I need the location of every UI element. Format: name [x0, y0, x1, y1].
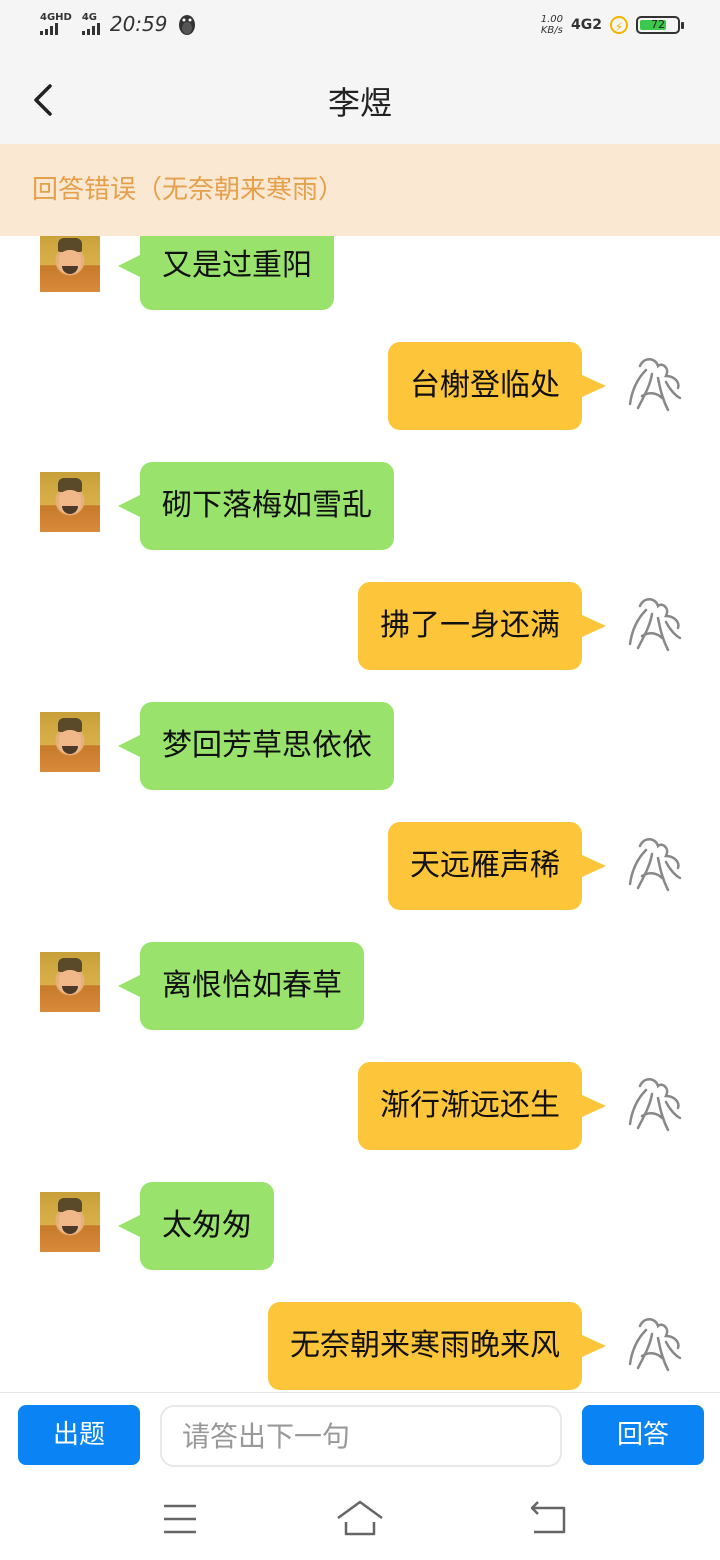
battery-icon: 72: [636, 16, 684, 34]
message-left[interactable]: 太匆匆: [118, 1182, 274, 1270]
message-right[interactable]: 天远雁声稀: [388, 822, 606, 910]
signal-1: 4GHD: [40, 13, 72, 35]
net-speed: 1.00 KB/s: [541, 14, 563, 36]
input-bar: 出题 回答: [0, 1392, 720, 1477]
charging-icon: ⚡: [610, 16, 628, 34]
home-button[interactable]: [332, 1494, 388, 1544]
status-bar: 4GHD 4G 20:59 1.00 KB/s 4G2 ⚡ 72: [0, 0, 720, 56]
page-title: 李煜: [327, 84, 392, 122]
poet-avatar: [40, 1192, 100, 1252]
qq-penguin-icon: [179, 15, 196, 35]
message-right[interactable]: 拂了一身还满: [358, 582, 606, 670]
back-icon: [530, 1501, 566, 1534]
poet-avatar: [40, 472, 100, 532]
result-notice: 回答错误（无奈朝来寒雨）: [0, 144, 720, 236]
poet-avatar: [40, 952, 100, 1012]
message-right[interactable]: 台榭登临处: [388, 342, 606, 430]
user-avatar-icon: [628, 358, 682, 412]
network-label-2: 4G: [81, 12, 98, 23]
message-left[interactable]: 又是过重阳: [118, 236, 334, 310]
status-right: 1.00 KB/s 4G2 ⚡ 72: [541, 14, 684, 36]
answer-button[interactable]: 回答: [582, 1405, 704, 1465]
net-speed-value: 1.00: [540, 14, 564, 25]
message-left[interactable]: 梦回芳草思依依: [118, 702, 394, 790]
signal-2: 4G: [81, 12, 100, 35]
message-right[interactable]: 无奈朝来寒雨晚来风: [268, 1302, 606, 1390]
user-avatar-icon: [628, 1318, 682, 1372]
poet-avatar: [40, 712, 100, 772]
answer-input[interactable]: [160, 1405, 562, 1467]
message-left[interactable]: 砌下落梅如雪乱: [118, 462, 394, 550]
menu-icon: [164, 1504, 196, 1534]
system-nav-bar: [0, 1476, 720, 1560]
message-right[interactable]: 渐行渐远还生: [358, 1062, 606, 1150]
home-icon: [337, 1500, 383, 1536]
user-avatar-icon: [628, 598, 682, 652]
header: 李煜: [0, 56, 720, 144]
signal-icon: [81, 23, 100, 35]
clock: 20:59: [109, 12, 168, 36]
signal-icon: [40, 23, 58, 35]
network-label-1: 4GHD: [40, 12, 72, 23]
battery-level: 72: [651, 18, 665, 31]
message-left[interactable]: 离恨恰如春草: [118, 942, 364, 1030]
chat-list[interactable]: 又是过重阳 台榭登临处 砌下落梅如雪乱 拂了一身还满 梦回芳草思依依 天远雁声稀…: [0, 236, 720, 1392]
poet-avatar: [40, 236, 100, 292]
nav-back-button[interactable]: [520, 1494, 576, 1544]
user-avatar-icon: [628, 1078, 682, 1132]
question-button[interactable]: 出题: [18, 1405, 140, 1465]
menu-button[interactable]: [152, 1494, 208, 1544]
net-speed-unit: KB/s: [540, 25, 563, 36]
user-avatar-icon: [628, 838, 682, 892]
status-left: 4GHD 4G 20:59: [40, 12, 197, 36]
network-label-right: 4G2: [571, 17, 602, 33]
